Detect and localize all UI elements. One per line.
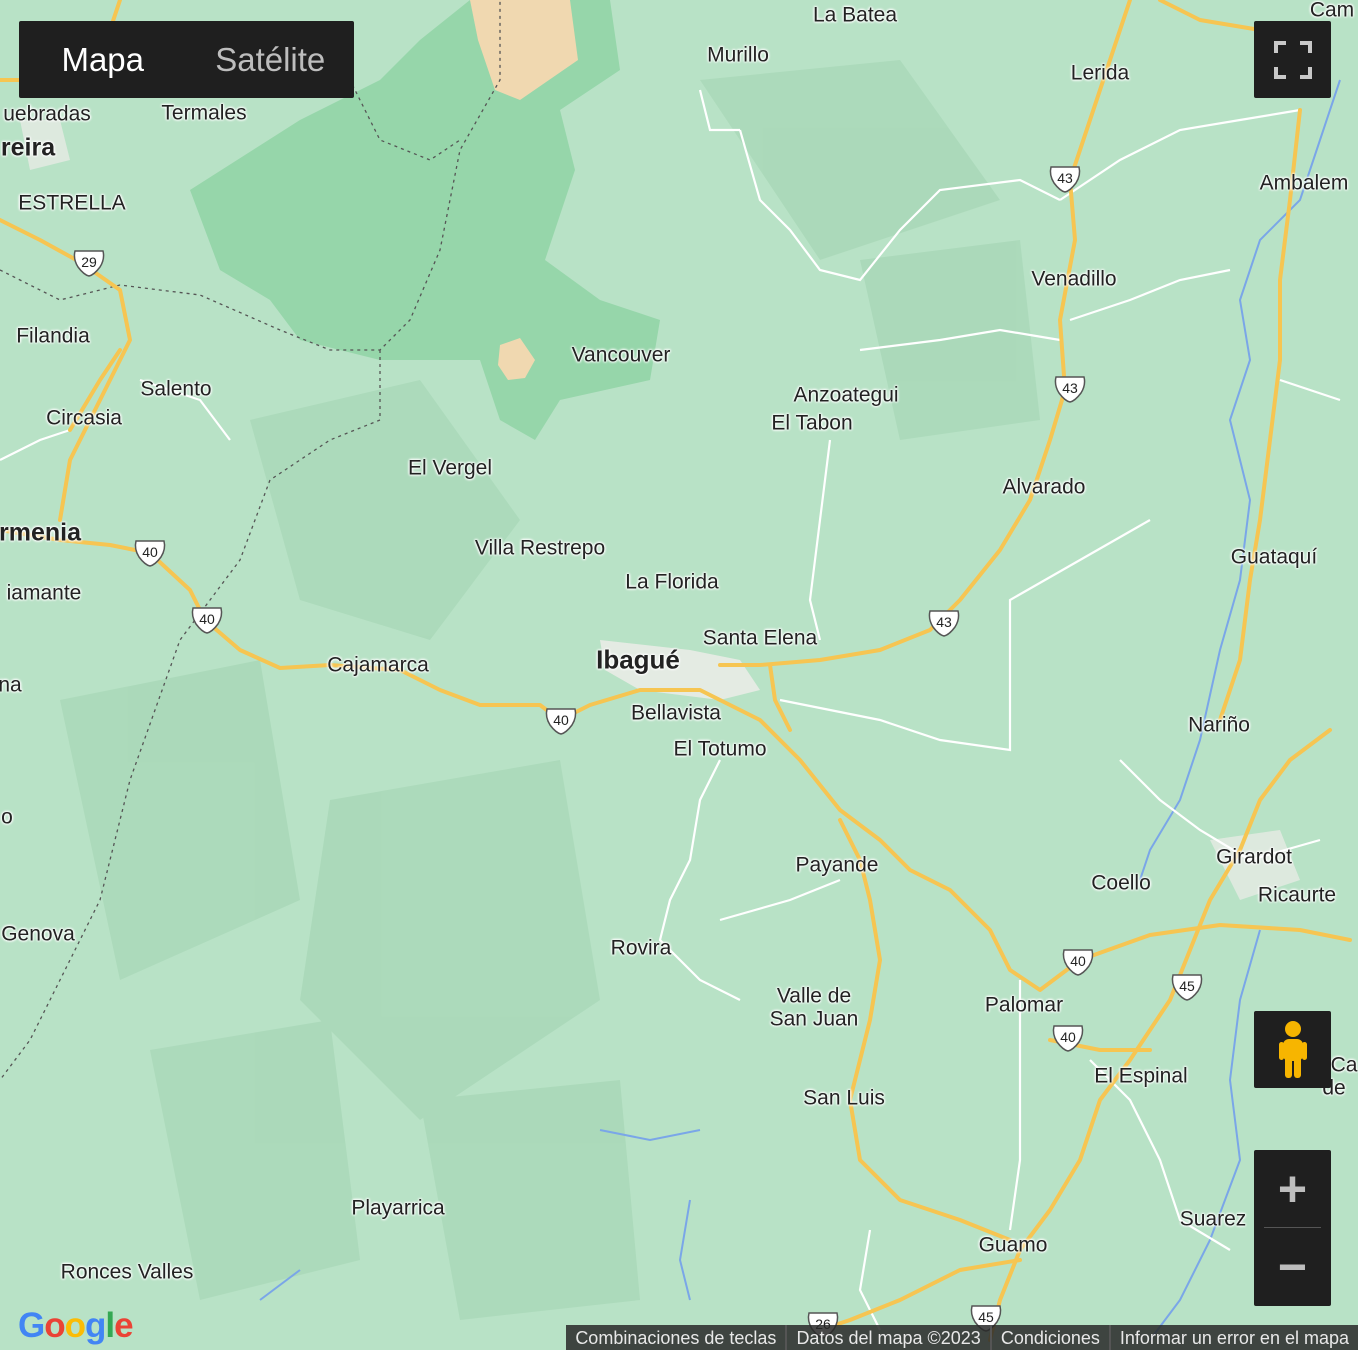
place-label: Ibagué: [596, 644, 680, 675]
place-label: Cajamarca: [327, 653, 429, 677]
place-label: Valle de: [776, 984, 852, 1008]
route-shield-40: 40: [190, 606, 224, 634]
route-shield-43: 43: [927, 609, 961, 637]
place-label: Ricaurte: [1257, 883, 1337, 907]
pegman-icon: [1278, 1020, 1307, 1078]
map-data-attribution: Datos del mapa ©2023: [785, 1325, 989, 1350]
place-label: ESTRELLA: [18, 191, 126, 215]
report-error-link[interactable]: Informar un error en el mapa: [1108, 1325, 1358, 1350]
place-label: Vancouver: [571, 343, 671, 367]
place-label: San Luis: [803, 1086, 885, 1110]
place-label: Termales: [161, 101, 247, 125]
place-label: Genova: [1, 922, 75, 946]
place-label: Coello: [1091, 871, 1151, 895]
route-shield-40: 40: [133, 539, 167, 567]
place-label: Circasia: [46, 406, 122, 430]
route-shield-43: 43: [1053, 375, 1087, 403]
zoom-out-button[interactable]: −: [1254, 1228, 1331, 1305]
place-label: El Espinal: [1094, 1064, 1188, 1088]
route-shield-43: 43: [1048, 165, 1082, 193]
place-label: El Vergel: [407, 456, 493, 480]
place-label: Cam: [1309, 0, 1355, 22]
route-shield-40: 40: [544, 707, 578, 735]
street-view-pegman-button[interactable]: [1254, 1011, 1331, 1088]
place-label: Guataquí: [1230, 545, 1318, 569]
map-type-control: Mapa Satélite: [19, 21, 354, 98]
place-label: Bellavista: [631, 701, 721, 725]
place-label: La Batea: [812, 3, 898, 27]
place-label: Anzoategui: [793, 383, 899, 407]
place-label: Payande: [795, 853, 879, 877]
place-label: Girardot: [1216, 845, 1292, 869]
google-logo: Google: [18, 1306, 134, 1345]
place-label: Ronces Valles: [60, 1260, 194, 1284]
zoom-in-button[interactable]: +: [1254, 1150, 1331, 1227]
place-label: Guamo: [978, 1233, 1048, 1257]
terms-link[interactable]: Condiciones: [989, 1325, 1109, 1350]
place-label: iamante: [6, 581, 82, 605]
map-footer: Combinaciones de teclas Datos del mapa ©…: [566, 1325, 1358, 1350]
place-label: Rovira: [610, 936, 672, 960]
place-label: Palomar: [984, 993, 1064, 1017]
place-label: Filandia: [16, 324, 90, 348]
route-shield-29: 29: [72, 249, 106, 277]
place-label: El Tabon: [771, 411, 853, 435]
place-label: El Totumo: [673, 737, 767, 761]
place-label: rmenia: [0, 518, 81, 547]
place-label: Ca: [1330, 1053, 1358, 1077]
route-shield-45: 45: [1170, 973, 1204, 1001]
place-label: Santa Elena: [702, 626, 818, 650]
place-label: Lerida: [1070, 61, 1130, 85]
map-terrain: [0, 0, 1358, 1350]
place-label: Salento: [140, 377, 212, 401]
place-label: Playarrica: [351, 1196, 445, 1220]
route-shield-40: 40: [1051, 1024, 1085, 1052]
place-label: San Juan: [769, 1007, 859, 1031]
keyboard-shortcuts-link[interactable]: Combinaciones de teclas: [566, 1325, 785, 1350]
place-label: Villa Restrepo: [474, 536, 606, 560]
place-label: o: [1, 805, 13, 829]
place-label: Alvarado: [1002, 475, 1086, 499]
map-canvas[interactable]: 29 43 43 43 40 40 40 40 40 45 45 26 La B…: [0, 0, 1358, 1350]
map-type-satellite-button[interactable]: Satélite: [187, 21, 355, 98]
fullscreen-button[interactable]: [1254, 21, 1331, 98]
place-label: reira: [0, 133, 56, 162]
place-label: Suarez: [1179, 1207, 1247, 1231]
route-shield-40: 40: [1061, 948, 1095, 976]
place-label: uebradas: [3, 102, 91, 126]
map-type-map-button[interactable]: Mapa: [19, 21, 187, 98]
place-label: Murillo: [707, 43, 769, 67]
place-label: Nariño: [1188, 713, 1250, 737]
place-label: La Florida: [625, 570, 719, 594]
zoom-control: + −: [1254, 1150, 1331, 1306]
place-label: na: [0, 673, 22, 697]
place-label: Ambalem: [1259, 171, 1349, 195]
place-label: Venadillo: [1031, 267, 1117, 291]
fullscreen-icon: [1273, 40, 1312, 79]
